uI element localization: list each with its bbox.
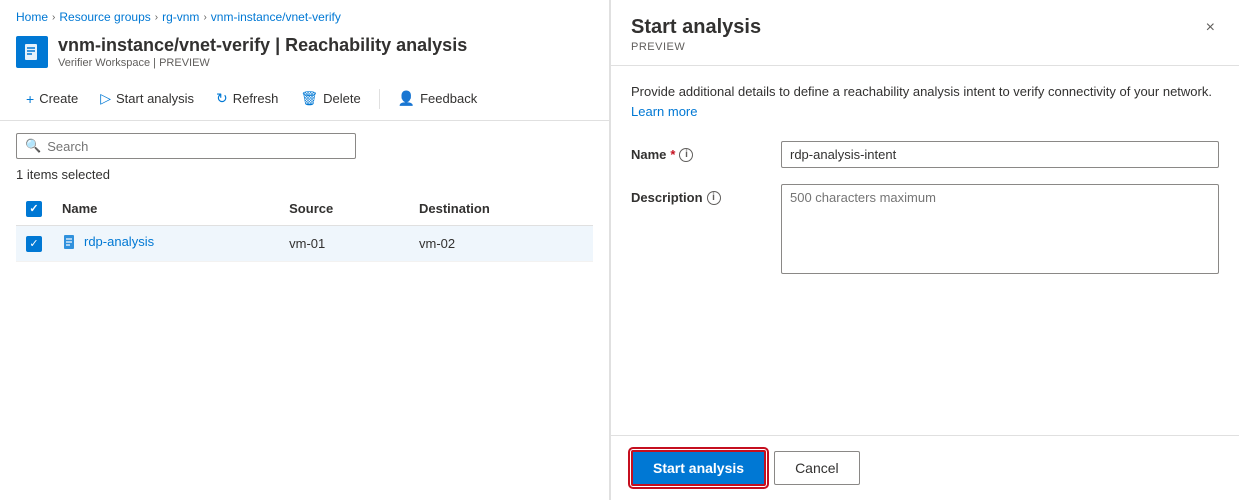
breadcrumb-rg-vnm[interactable]: rg-vnm bbox=[162, 10, 199, 24]
page-title-block: vnm-instance/vnet-verify | Reachability … bbox=[58, 34, 467, 69]
row-checkbox[interactable]: ✓ bbox=[26, 236, 42, 252]
refresh-icon: ↻ bbox=[216, 90, 228, 107]
name-label: Name * i bbox=[631, 141, 761, 162]
info-text: Provide additional details to define a r… bbox=[631, 82, 1219, 121]
description-label: Description i bbox=[631, 184, 761, 205]
data-table: ✓ Name Source Destination ✓ bbox=[16, 192, 593, 262]
name-form-group: Name * i bbox=[631, 141, 1219, 168]
items-selected-count: 1 items selected bbox=[16, 167, 593, 182]
name-input[interactable] bbox=[781, 141, 1219, 168]
chevron-icon-3: › bbox=[203, 12, 206, 23]
page-header: vnm-instance/vnet-verify | Reachability … bbox=[0, 30, 609, 77]
breadcrumb-instance[interactable]: vnm-instance/vnet-verify bbox=[211, 10, 341, 24]
row-destination-cell: vm-02 bbox=[409, 225, 593, 261]
start-analysis-submit-button[interactable]: Start analysis bbox=[631, 450, 766, 486]
right-panel: Start analysis PREVIEW × Provide additio… bbox=[610, 0, 1239, 500]
row-name-cell: rdp-analysis bbox=[52, 225, 279, 261]
select-all-checkbox[interactable]: ✓ bbox=[26, 201, 42, 217]
page-icon bbox=[16, 36, 48, 68]
column-header-destination: Destination bbox=[409, 192, 593, 225]
row-source-cell: vm-01 bbox=[279, 225, 409, 261]
chevron-icon-2: › bbox=[155, 12, 158, 23]
search-box[interactable]: 🔍 bbox=[16, 133, 356, 159]
column-header-name: Name bbox=[52, 192, 279, 225]
learn-more-link[interactable]: Learn more bbox=[631, 104, 697, 119]
table-row[interactable]: ✓ rdp-analysis bbox=[16, 225, 593, 261]
breadcrumb: Home › Resource groups › rg-vnm › vnm-in… bbox=[0, 0, 609, 30]
breadcrumb-resource-groups[interactable]: Resource groups bbox=[59, 10, 150, 24]
analysis-icon bbox=[62, 234, 78, 250]
feedback-button[interactable]: 👤 Feedback bbox=[388, 85, 488, 112]
breadcrumb-home[interactable]: Home bbox=[16, 10, 48, 24]
search-icon: 🔍 bbox=[25, 138, 41, 154]
refresh-button[interactable]: ↻ Refresh bbox=[206, 85, 288, 112]
left-panel: Home › Resource groups › rg-vnm › vnm-in… bbox=[0, 0, 610, 500]
play-icon: ▷ bbox=[100, 90, 111, 107]
row-name-link[interactable]: rdp-analysis bbox=[84, 234, 154, 249]
description-form-group: Description i bbox=[631, 184, 1219, 274]
page-subtitle: Verifier Workspace | PREVIEW bbox=[58, 57, 467, 69]
delete-button[interactable]: 🗑 Delete bbox=[290, 85, 370, 112]
drawer-footer: Start analysis Cancel bbox=[611, 435, 1239, 500]
feedback-icon: 👤 bbox=[398, 90, 415, 107]
description-textarea[interactable] bbox=[781, 184, 1219, 274]
drawer-header: Start analysis PREVIEW × bbox=[611, 0, 1239, 66]
toolbar-divider bbox=[379, 89, 380, 109]
table-header-row: ✓ Name Source Destination bbox=[16, 192, 593, 225]
document-icon bbox=[22, 42, 42, 62]
drawer-subtitle: PREVIEW bbox=[631, 41, 761, 53]
drawer-title: Start analysis bbox=[631, 16, 761, 39]
content-area: 🔍 1 items selected ✓ Name Source Destina… bbox=[0, 121, 609, 500]
required-indicator: * bbox=[670, 147, 675, 162]
close-button[interactable]: × bbox=[1202, 16, 1219, 40]
page-title: vnm-instance/vnet-verify | Reachability … bbox=[58, 34, 467, 57]
checkbox-header-cell: ✓ bbox=[16, 192, 52, 225]
name-info-icon: i bbox=[679, 148, 693, 162]
row-icon: rdp-analysis bbox=[62, 234, 154, 250]
description-info-icon: i bbox=[707, 191, 721, 205]
plus-icon: + bbox=[26, 91, 34, 107]
create-button[interactable]: + Create bbox=[16, 86, 88, 112]
toolbar: + Create ▷ Start analysis ↻ Refresh 🗑 De… bbox=[0, 77, 609, 121]
search-input[interactable] bbox=[47, 139, 347, 154]
drawer-body: Provide additional details to define a r… bbox=[611, 66, 1239, 435]
drawer-title-block: Start analysis PREVIEW bbox=[631, 16, 761, 53]
column-header-source: Source bbox=[279, 192, 409, 225]
delete-icon: 🗑 bbox=[300, 90, 318, 107]
row-checkbox-cell[interactable]: ✓ bbox=[16, 225, 52, 261]
chevron-icon: › bbox=[52, 12, 55, 23]
start-analysis-button[interactable]: ▷ Start analysis bbox=[90, 85, 204, 112]
cancel-button[interactable]: Cancel bbox=[774, 451, 860, 485]
